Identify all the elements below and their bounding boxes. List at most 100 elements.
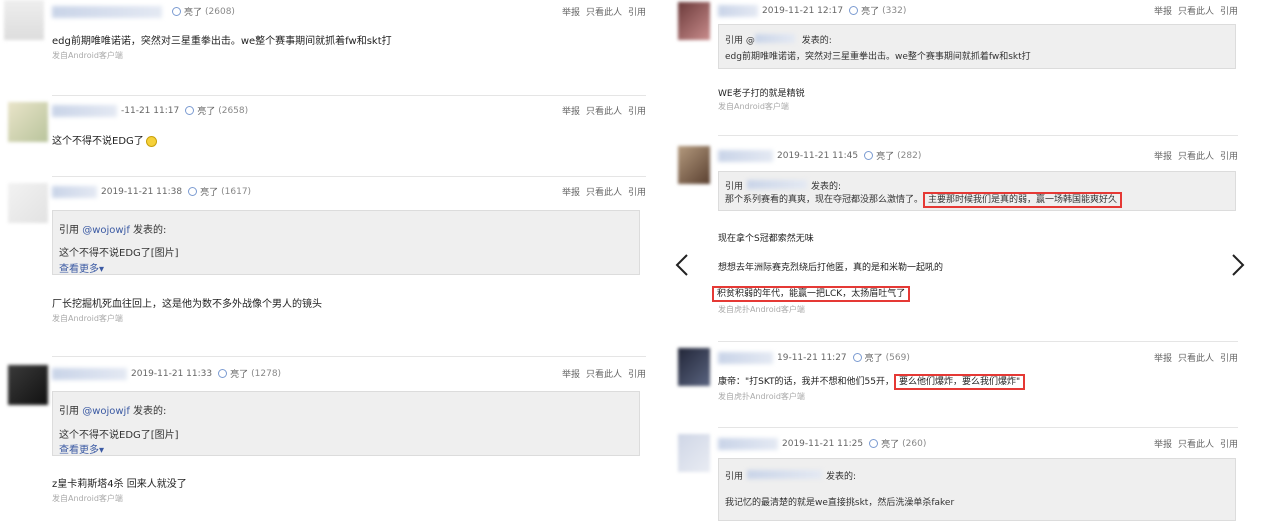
quote-header: 引用 @wojowjf 发表的:: [59, 406, 167, 417]
post-meta: 亮了 (2608): [52, 5, 235, 18]
post-actions: 举报 只看此人 引用: [556, 185, 646, 198]
only-this-user-button[interactable]: 只看此人: [586, 107, 622, 117]
only-this-user-button[interactable]: 只看此人: [586, 8, 622, 18]
light-count: (569): [885, 352, 910, 363]
quote-button[interactable]: 引用: [1220, 440, 1238, 450]
quote-button[interactable]: 引用: [628, 8, 646, 18]
post-content: 厂长挖掘机死血往回上，这是他为数不多外战像个男人的镜头: [52, 299, 322, 310]
light-icon[interactable]: [218, 369, 228, 378]
only-this-user-button[interactable]: 只看此人: [586, 370, 622, 380]
post-actions: 举报 只看此人 引用: [1148, 437, 1238, 450]
avatar[interactable]: [8, 102, 48, 142]
report-button[interactable]: 举报: [1154, 354, 1172, 364]
post-content: 康帝："打SKT的话，我并不想和他们55开， 要么他们爆炸，要么我们爆炸": [718, 374, 1026, 390]
only-this-user-button[interactable]: 只看此人: [1178, 7, 1214, 17]
post-content-line: 积贫积弱的年代，能赢一把LCK，太扬眉吐气了: [712, 286, 911, 302]
quoted-user-blurred[interactable]: [747, 180, 808, 189]
quote-box: 引用 @ 发表的: edg前期唯唯诺诺，突然对三星重拳出击。we整个赛事期间就抓…: [718, 24, 1236, 69]
light-icon[interactable]: [188, 187, 198, 196]
reply-post: 2019-11-21 11:33 亮了 (1278) 举报 只看此人 引用 引用 @…: [0, 357, 656, 521]
light-icon[interactable]: [849, 6, 859, 15]
quote-button[interactable]: 引用: [1220, 7, 1238, 17]
username-blurred[interactable]: [718, 4, 758, 17]
quote-button[interactable]: 引用: [628, 370, 646, 380]
light-count: (1617): [221, 186, 252, 197]
highlight-box: 主要那时候我们是真的弱，赢一场韩国能爽好久: [923, 192, 1123, 208]
quote-header: 引用 发表的:: [725, 470, 857, 482]
reply-post: 2019-11-21 11:38 亮了 (1617) 举报 只看此人 引用 引用 @…: [0, 177, 656, 355]
device-label: 发自Android客户端: [52, 494, 123, 503]
post-date: 2019-11-21 11:25: [782, 438, 864, 449]
light-icon[interactable]: [864, 151, 874, 160]
post-date: 2019-11-21 11:33: [131, 368, 213, 379]
post-actions: 举报 只看此人 引用: [556, 104, 646, 117]
highlight-box: 积贫积弱的年代，能赢一把LCK，太扬眉吐气了: [712, 286, 911, 302]
report-button[interactable]: 举报: [562, 188, 580, 198]
report-button[interactable]: 举报: [1154, 7, 1172, 17]
quote-box: 引用 @wojowjf 发表的: 这个不得不说EDG了[图片] 查看更多▾: [52, 391, 640, 456]
quote-header: 引用 @wojowjf 发表的:: [59, 225, 167, 236]
device-label: 发自Android客户端: [52, 51, 123, 60]
next-image-button[interactable]: [1226, 250, 1250, 280]
quote-button[interactable]: 引用: [628, 188, 646, 198]
report-button[interactable]: 举报: [562, 107, 580, 117]
avatar[interactable]: [678, 146, 710, 184]
quoted-user-blurred[interactable]: [754, 34, 795, 43]
light-icon[interactable]: [869, 439, 879, 448]
light-count: (2608): [205, 6, 235, 17]
device-label: 发自虎扑Android客户端: [718, 392, 805, 401]
quoted-user-blurred[interactable]: [747, 470, 823, 479]
quote-body: 那个系列赛看的真爽，现在夺冠都没那么激情了。 主要那时候我们是真的弱，赢一场韩国能…: [725, 192, 1123, 208]
avatar[interactable]: [8, 183, 48, 223]
report-button[interactable]: 举报: [1154, 152, 1172, 162]
username-blurred[interactable]: [52, 5, 162, 18]
left-screenshot-panel: 亮了 (2608) 举报 只看此人 引用 edg前期唯唯诺诺，突然对三星重拳出击。w…: [0, 0, 656, 521]
username-blurred[interactable]: [718, 437, 778, 450]
post-meta: 2019-11-21 11:38 亮了 (1617): [52, 185, 251, 198]
avatar[interactable]: [8, 365, 48, 405]
quoted-user-link[interactable]: @wojowjf: [82, 225, 130, 236]
post-content: 这个不得不说EDG了: [52, 132, 157, 147]
quoted-user-link[interactable]: @wojowjf: [82, 406, 130, 417]
reply-post: 2019-11-21 12:17 亮了 (332) 举报 只看此人 引用 引用 @ …: [666, 0, 1268, 135]
post-content: edg前期唯唯诺诺，突然对三星重拳出击。we整个赛事期间就抓着fw和skt打: [52, 36, 392, 47]
light-icon[interactable]: [185, 106, 195, 115]
quote-box: 引用 发表的: 我记忆的最清楚的就是we直接挑skt，然后洗澡单杀faker: [718, 458, 1236, 521]
only-this-user-button[interactable]: 只看此人: [1178, 152, 1214, 162]
post-actions: 举报 只看此人 引用: [556, 5, 646, 18]
light-count: (2658): [218, 105, 249, 116]
show-more-link[interactable]: 查看更多▾: [59, 441, 104, 456]
username-blurred[interactable]: [718, 149, 773, 162]
username-blurred[interactable]: [52, 185, 97, 198]
light-icon[interactable]: [852, 353, 862, 362]
emoji-icon: [145, 135, 157, 147]
post-meta: -11-21 11:17 亮了 (2658): [52, 104, 248, 117]
quote-button[interactable]: 引用: [1220, 354, 1238, 364]
quote-button[interactable]: 引用: [1220, 152, 1238, 162]
avatar[interactable]: [678, 434, 710, 472]
quote-body: edg前期唯唯诺诺，突然对三星重拳出击。we整个赛事期间就抓着fw和skt打: [725, 52, 1031, 62]
quote-body: 这个不得不说EDG了[图片]: [59, 430, 179, 441]
chevron-right-icon: [1232, 254, 1245, 276]
post-content-line: 现在拿个S冠都索然无味: [718, 234, 814, 244]
post-meta: 2019-11-21 11:45 亮了 (282): [718, 149, 921, 162]
chevron-left-icon: [675, 254, 688, 276]
quote-button[interactable]: 引用: [628, 107, 646, 117]
report-button[interactable]: 举报: [1154, 440, 1172, 450]
avatar[interactable]: [4, 0, 44, 40]
username-blurred[interactable]: [52, 367, 127, 380]
only-this-user-button[interactable]: 只看此人: [1178, 354, 1214, 364]
username-blurred[interactable]: [718, 351, 773, 364]
post-actions: 举报 只看此人 引用: [1148, 351, 1238, 364]
avatar[interactable]: [678, 348, 710, 386]
only-this-user-button[interactable]: 只看此人: [586, 188, 622, 198]
avatar[interactable]: [678, 2, 710, 40]
show-more-link[interactable]: 查看更多▾: [59, 260, 104, 275]
username-blurred[interactable]: [52, 104, 117, 117]
quote-box: 引用 @wojowjf 发表的: 这个不得不说EDG了[图片] 查看更多▾: [52, 210, 640, 275]
only-this-user-button[interactable]: 只看此人: [1178, 440, 1214, 450]
report-button[interactable]: 举报: [562, 370, 580, 380]
report-button[interactable]: 举报: [562, 8, 580, 18]
light-icon[interactable]: [172, 7, 181, 16]
previous-image-button[interactable]: [670, 250, 694, 280]
